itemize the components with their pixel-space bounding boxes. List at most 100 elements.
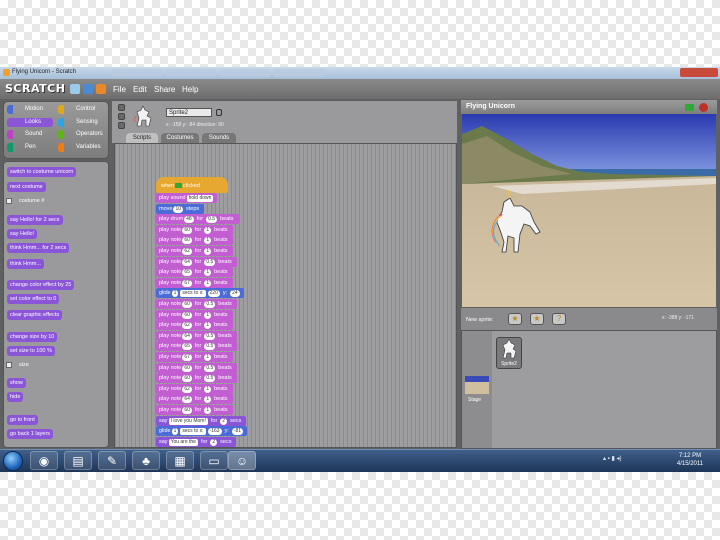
palette-block[interactable]: show — [7, 378, 26, 388]
script-block-sound[interactable]: play drum 48 for 0.5 beats — [156, 214, 239, 225]
block-input[interactable]: 0.5 — [204, 332, 216, 340]
block-input[interactable]: 0.5 — [204, 343, 216, 351]
when-flag-clicked-block[interactable]: when clicked — [156, 177, 228, 193]
menu-share[interactable]: Share — [154, 85, 175, 94]
save-icon[interactable] — [83, 84, 93, 94]
block-input[interactable]: 10 — [173, 205, 184, 213]
category-operators[interactable]: Operators — [58, 130, 104, 139]
script-block-sound[interactable]: play note 65 for 0.5 beats — [156, 341, 237, 352]
paint-new-sprite-icon[interactable]: ★ — [508, 313, 522, 325]
script-block-motion[interactable]: move 10 steps — [156, 203, 205, 214]
menu-edit[interactable]: Edit — [133, 85, 147, 94]
share-icon[interactable] — [96, 84, 106, 94]
block-input[interactable]: 24 — [230, 290, 240, 298]
block-input[interactable]: 67 — [182, 354, 192, 361]
block-input[interactable]: secs to x: — [180, 290, 206, 298]
block-input[interactable]: hold down — [186, 195, 214, 202]
block-input[interactable]: 1 — [204, 269, 212, 277]
block-input[interactable]: 1 — [204, 322, 212, 330]
block-input[interactable]: -81 — [231, 428, 244, 436]
script-block-sound[interactable]: play note 62 for 1 beats — [156, 320, 233, 331]
script-block-looks[interactable]: say I love you Mom! for 2 secs — [156, 415, 247, 426]
block-input[interactable]: 60 — [182, 237, 192, 245]
block-input[interactable]: 62 — [182, 248, 192, 255]
globe-icon[interactable] — [70, 84, 80, 94]
block-input[interactable]: secs to x: — [180, 428, 206, 436]
palette-block[interactable]: set size to 100 % — [7, 346, 55, 356]
block-input[interactable]: 60 — [182, 226, 192, 234]
reporter-checkbox[interactable] — [6, 198, 12, 204]
palette-block[interactable]: go back 1 layers — [7, 429, 54, 439]
block-input[interactable]: 1 — [204, 248, 212, 255]
block-input[interactable]: 1 — [204, 407, 212, 414]
script-block-sound[interactable]: play note 64 for 1 beats — [156, 394, 233, 405]
block-input[interactable]: 1 — [204, 354, 212, 361]
stage-canvas[interactable] — [462, 114, 716, 307]
rotate-style-button[interactable] — [118, 104, 125, 111]
block-input[interactable]: 64 — [182, 396, 192, 404]
palette-block[interactable]: hide — [7, 392, 24, 402]
script-block-sound[interactable]: play sound hold down — [156, 193, 218, 203]
palette-block[interactable]: set color effect to 0 — [7, 294, 60, 304]
sprite-name-field[interactable]: Sprite2 — [166, 108, 212, 117]
block-input[interactable]: I love you Mom! — [168, 417, 208, 425]
block-input[interactable]: 1 — [204, 396, 212, 404]
tab-costumes[interactable]: Costumes — [161, 133, 199, 143]
block-input[interactable]: -163 — [207, 428, 222, 436]
taskbar-document-icon[interactable]: ▦ — [166, 451, 194, 470]
palette-block[interactable]: costume # — [7, 196, 47, 206]
menu-file[interactable]: File — [113, 85, 126, 94]
taskbar-media-icon[interactable]: ♣ — [132, 451, 160, 470]
menu-help[interactable]: Help — [182, 85, 198, 94]
palette-block[interactable]: clear graphic effects — [7, 310, 63, 320]
block-input[interactable]: 0.5 — [204, 375, 216, 383]
palette-block[interactable]: switch to costume unicorn — [7, 167, 77, 177]
script-block-sound[interactable]: play note 60 for 1 beats — [156, 235, 233, 246]
script-block-motion[interactable]: glide 1 secs to x: 220 y: 24 — [156, 288, 244, 299]
taskbar-scratch-icon[interactable]: ☺ — [228, 451, 256, 470]
tab-scripts[interactable]: Scripts — [126, 133, 158, 143]
block-input[interactable]: 2 — [210, 438, 218, 446]
palette-block[interactable]: think Hmm... for 2 secs — [7, 243, 70, 253]
script-block-sound[interactable]: play note 60 for 1 beats — [156, 405, 233, 415]
palette-block[interactable]: change size by 10 — [7, 332, 58, 342]
block-input[interactable]: 1 — [204, 385, 212, 393]
window-tab[interactable] — [274, 69, 324, 77]
start-button-icon[interactable] — [3, 451, 23, 471]
block-input[interactable]: 62 — [182, 385, 192, 393]
taskbar-chrome-icon[interactable]: ◉ — [30, 451, 58, 470]
script-block-sound[interactable]: play note 64 for 0.5 beats — [156, 256, 237, 267]
window-tab[interactable] — [166, 69, 216, 77]
script-block-sound[interactable]: play note 62 for 1 beats — [156, 246, 233, 256]
category-pen[interactable]: Pen — [7, 142, 53, 152]
block-input[interactable]: 60 — [182, 301, 192, 308]
block-input[interactable]: 1 — [204, 237, 212, 245]
taskbar-paint-icon[interactable]: ✎ — [98, 451, 126, 470]
script-block-sound[interactable]: play note 64 for 0.5 beats — [156, 330, 237, 341]
reporter-checkbox[interactable] — [6, 362, 12, 368]
script-block-sound[interactable]: play note 60 for 0.5 beats — [156, 299, 237, 309]
block-input[interactable]: 1 — [204, 279, 212, 287]
script-block-sound[interactable]: play note 60 for 1 beats — [156, 309, 233, 320]
category-variables[interactable]: Variables — [58, 142, 104, 152]
window-tab[interactable] — [112, 69, 162, 77]
palette-block[interactable]: go to front — [7, 415, 38, 425]
lock-icon[interactable] — [216, 109, 222, 116]
script-block-sound[interactable]: play note 67 for 1 beats — [156, 277, 233, 288]
script-block-sound[interactable]: play note 60 for 1 beats — [156, 224, 233, 235]
block-input[interactable]: 0.5 — [206, 216, 218, 224]
block-input[interactable]: 64 — [182, 332, 192, 340]
block-input[interactable]: 60 — [182, 311, 192, 319]
green-flag-icon[interactable] — [685, 104, 694, 111]
window-tab[interactable] — [220, 69, 270, 77]
palette-block[interactable]: think Hmm... — [7, 259, 44, 269]
stage-thumbnail[interactable] — [465, 376, 489, 394]
block-input[interactable]: 48 — [184, 216, 194, 224]
script-block-sound[interactable]: play note 60 for 0.5 beats — [156, 373, 237, 384]
system-tray-icons[interactable]: ▴ ▪ ▮ ◂) — [603, 455, 621, 462]
block-input[interactable]: You are the — [168, 438, 198, 446]
script-block-sound[interactable]: play note 67 for 1 beats — [156, 352, 233, 362]
block-input[interactable]: 220 — [207, 290, 220, 298]
category-looks[interactable]: Looks — [7, 117, 53, 127]
block-input[interactable]: 1 — [171, 428, 179, 436]
